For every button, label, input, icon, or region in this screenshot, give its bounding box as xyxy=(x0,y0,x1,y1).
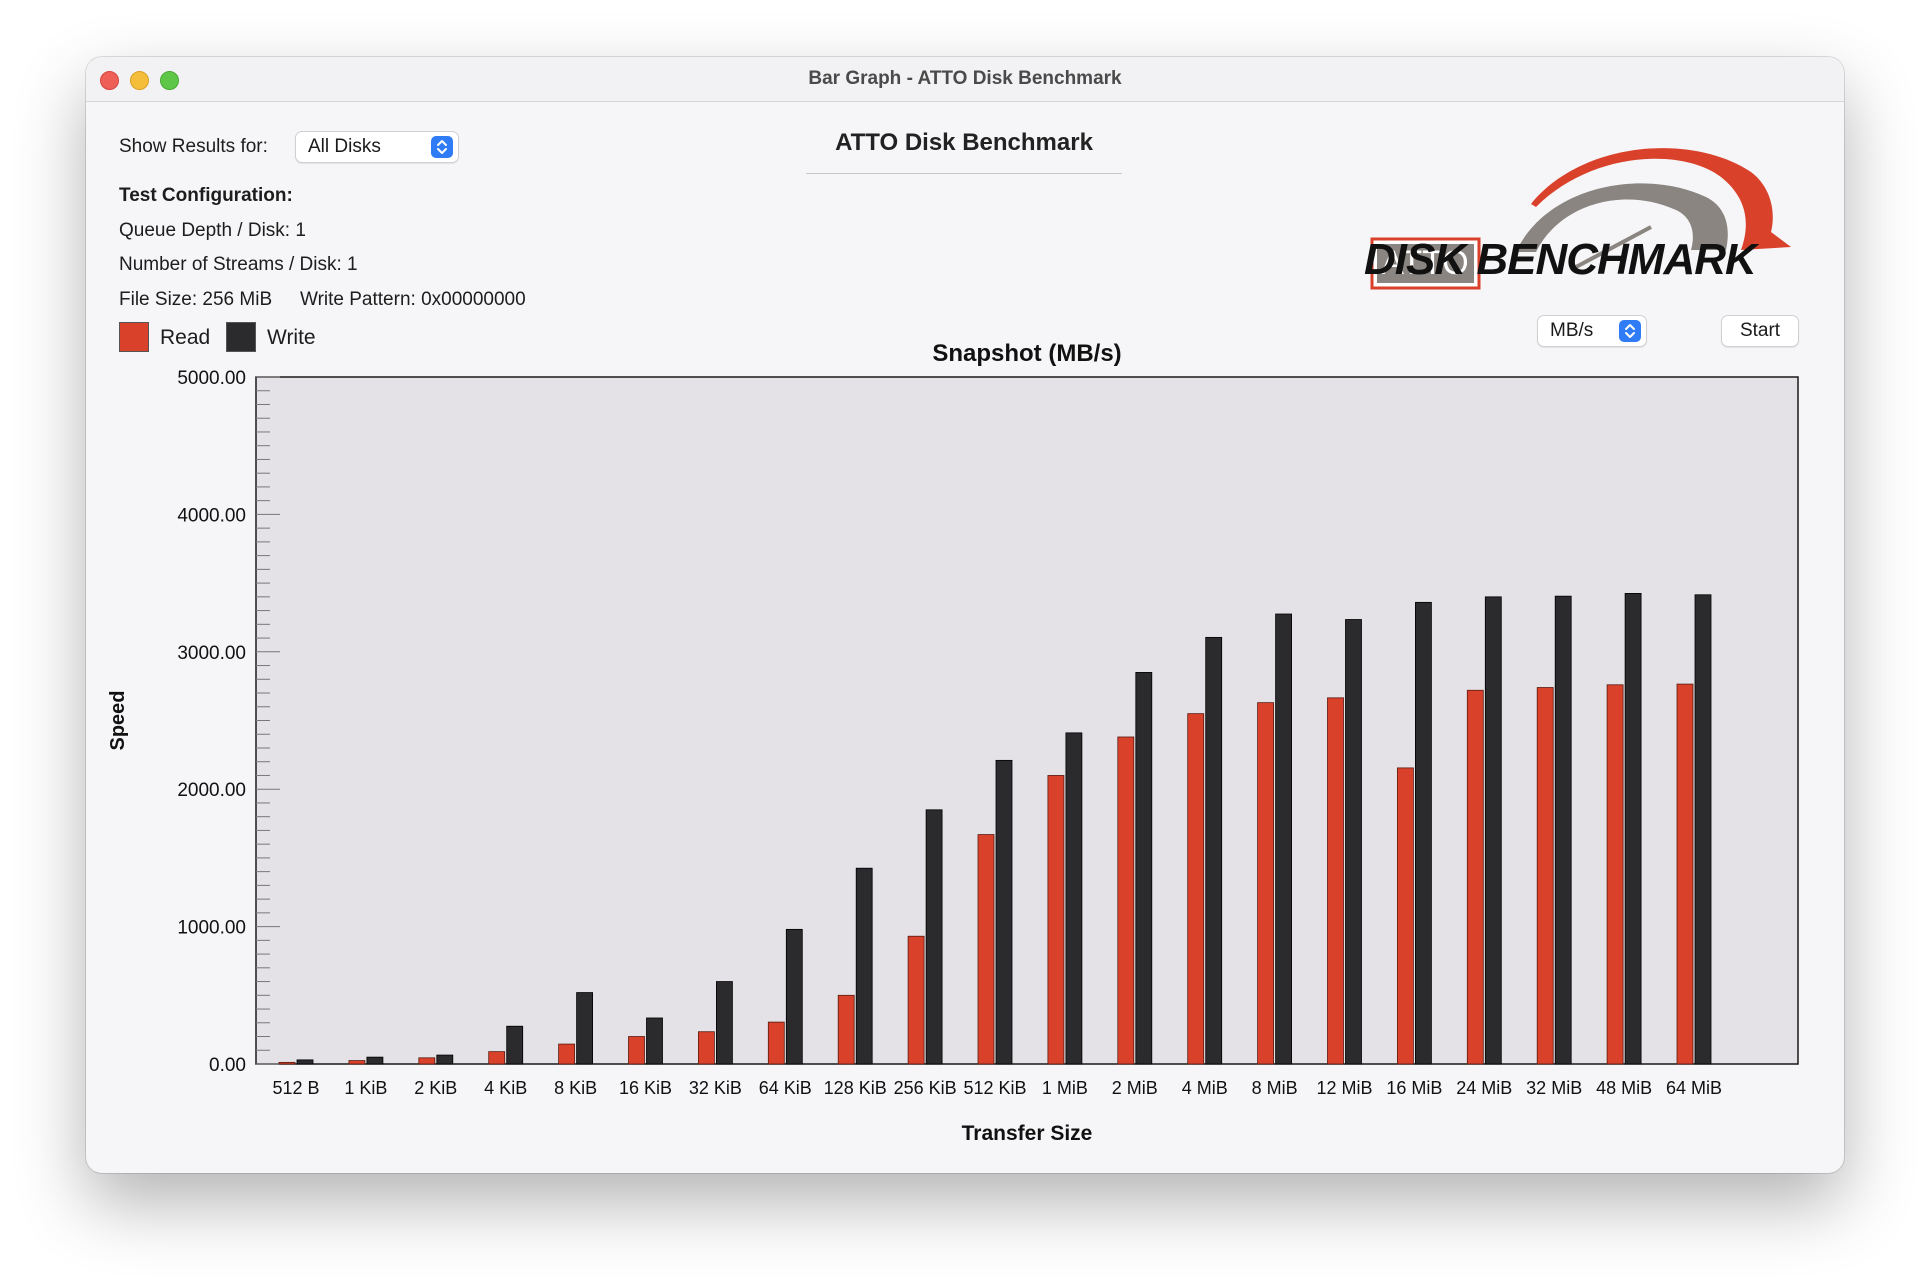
y-tick-label: 2000.00 xyxy=(177,780,246,801)
write-bar xyxy=(366,1056,384,1065)
read-bar xyxy=(1536,687,1554,1065)
write-bar xyxy=(1345,619,1362,1065)
write-bar xyxy=(995,759,1013,1065)
read-bar xyxy=(488,1051,506,1065)
write-bar xyxy=(785,928,803,1065)
x-tick-label: 48 MiB xyxy=(1596,1078,1652,1098)
write-bar xyxy=(855,867,873,1065)
x-tick-label: 512 B xyxy=(272,1078,319,1098)
write-bar xyxy=(925,809,943,1065)
x-tick-label: 24 MiB xyxy=(1456,1078,1512,1098)
y-tick-label: 5000.00 xyxy=(177,368,246,389)
x-tick-label: 256 KiB xyxy=(894,1078,957,1098)
write-bar xyxy=(506,1025,524,1065)
read-bar xyxy=(1047,775,1065,1065)
app-window: Bar Graph - ATTO Disk Benchmark Show Res… xyxy=(86,57,1844,1173)
read-bar xyxy=(278,1061,296,1065)
write-bar xyxy=(576,992,594,1065)
x-tick-label: 128 KiB xyxy=(824,1078,887,1098)
y-tick-label: 3000.00 xyxy=(177,643,246,664)
x-tick-label: 32 MiB xyxy=(1526,1078,1582,1098)
write-bar xyxy=(646,1017,663,1065)
write-bar xyxy=(1275,613,1292,1065)
write-bar xyxy=(1065,732,1083,1065)
write-bar xyxy=(296,1059,314,1065)
read-bar xyxy=(418,1057,436,1065)
x-tick-label: 64 KiB xyxy=(759,1078,812,1098)
read-bar xyxy=(1117,736,1135,1065)
x-axis-label: Transfer Size xyxy=(962,1122,1093,1145)
read-bar xyxy=(837,994,855,1065)
x-tick-label: 2 KiB xyxy=(414,1078,457,1098)
write-bar xyxy=(1484,596,1502,1065)
x-tick-label: 16 MiB xyxy=(1386,1078,1442,1098)
x-tick-label: 512 KiB xyxy=(963,1078,1026,1098)
x-tick-label: 4 KiB xyxy=(484,1078,527,1098)
read-bar xyxy=(1606,684,1624,1065)
write-bar xyxy=(1415,601,1432,1065)
x-tick-label: 1 MiB xyxy=(1042,1078,1088,1098)
read-bar xyxy=(348,1060,366,1065)
x-tick-label: 2 MiB xyxy=(1112,1078,1158,1098)
write-bar xyxy=(436,1054,454,1065)
write-bar xyxy=(1554,595,1572,1065)
chart-title: Snapshot (MB/s) xyxy=(932,340,1121,367)
bar-chart: Snapshot (MB/s) 0.00 1000.00 2000.00 3000.00… xyxy=(107,340,1799,1145)
read-bar xyxy=(1466,689,1484,1065)
write-bar xyxy=(1694,594,1712,1065)
x-tick-label: 16 KiB xyxy=(619,1078,672,1098)
x-tick-label: 64 MiB xyxy=(1666,1078,1722,1098)
read-bar xyxy=(1397,767,1414,1065)
write-bar xyxy=(1135,672,1153,1065)
read-bar xyxy=(558,1043,576,1065)
x-tick-label: 12 MiB xyxy=(1316,1078,1372,1098)
x-tick-label: 4 MiB xyxy=(1182,1078,1228,1098)
write-bar xyxy=(1205,636,1223,1065)
x-tick-label: 1 KiB xyxy=(344,1078,387,1098)
write-bar xyxy=(716,981,733,1065)
read-bar xyxy=(907,935,925,1065)
read-bar xyxy=(977,834,995,1065)
x-tick-label: 32 KiB xyxy=(689,1078,742,1098)
x-tick-label: 8 MiB xyxy=(1252,1078,1298,1098)
read-bar xyxy=(767,1021,785,1065)
y-tick-label: 1000.00 xyxy=(177,918,246,939)
read-bar xyxy=(1676,683,1694,1065)
read-bar xyxy=(628,1036,645,1065)
read-bar xyxy=(698,1031,715,1065)
read-bar xyxy=(1187,713,1205,1065)
x-tick-label: 8 KiB xyxy=(554,1078,597,1098)
read-bar xyxy=(1327,697,1344,1065)
y-tick-label: 4000.00 xyxy=(177,505,246,526)
write-bar xyxy=(1624,593,1642,1065)
y-tick-label: 0.00 xyxy=(209,1055,246,1076)
y-axis-label: Speed xyxy=(107,690,129,750)
read-bar xyxy=(1257,702,1274,1065)
